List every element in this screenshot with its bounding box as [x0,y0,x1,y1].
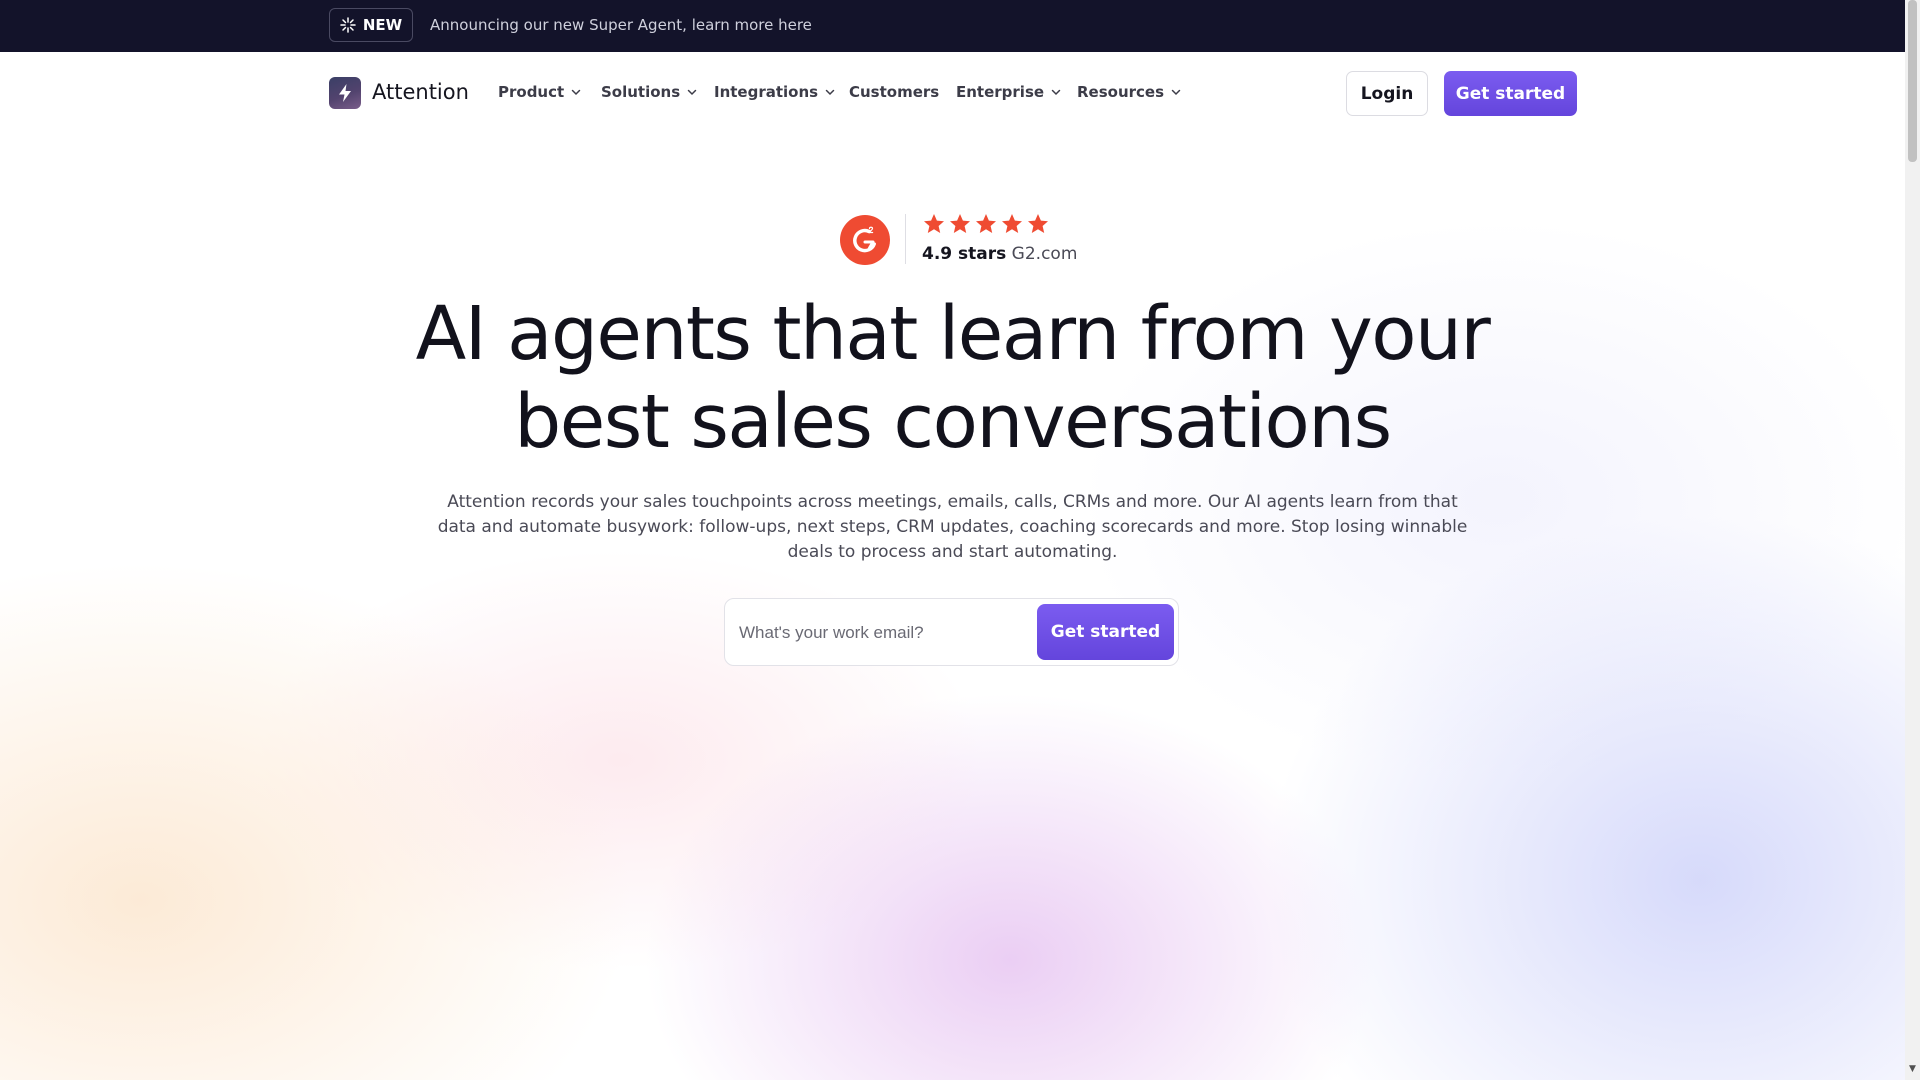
star-icon [1026,212,1050,240]
nav-product[interactable]: Product [498,83,582,101]
star-icon [948,212,972,240]
headline-line-2: best sales conversations [514,379,1392,465]
star-icon [1000,212,1024,240]
headline-line-1: AI agents that learn from your [415,291,1491,377]
new-badge[interactable]: NEW [329,8,413,42]
rating-source: G2.com [1011,244,1078,264]
nav-integrations[interactable]: Integrations [714,83,836,101]
new-badge-label: NEW [362,16,403,34]
chevron-down-icon [570,86,582,98]
nav-label: Enterprise [956,83,1045,101]
work-email-input[interactable] [737,613,1031,653]
email-signup-form: Get started [724,598,1179,666]
rating-divider [905,214,906,264]
star-rating [922,212,1050,240]
nav-solutions[interactable]: Solutions [601,83,698,101]
hero-subtext: Attention records your sales touchpoints… [437,492,1468,562]
brand-name[interactable]: Attention [372,80,469,104]
nav-label: Resources [1077,83,1165,101]
chevron-down-icon [686,86,698,98]
nav-label: Integrations [714,83,819,101]
nav-resources[interactable]: Resources [1077,83,1182,101]
nav-label: Product [498,83,565,101]
chevron-down-icon [1050,86,1062,98]
announcement-bar: NEW Announcing our new Super Agent, lear… [0,0,1905,52]
chevron-down-icon [1170,86,1182,98]
brand-logo-icon[interactable] [329,77,361,109]
scroll-down-arrow-icon[interactable]: ▼ [1908,1064,1917,1076]
nav-customers[interactable]: Customers [849,83,939,101]
announcement-link[interactable]: Announcing our new Super Agent, learn mo… [430,16,812,34]
scrollbar-thumb[interactable] [1908,0,1917,162]
star-icon [922,212,946,240]
login-button[interactable]: Login [1346,71,1428,116]
rating-score: 4.9 stars [922,244,1007,264]
nav-label: Solutions [601,83,681,101]
rating-text: 4.9 stars G2.com [922,244,1077,264]
nav-enterprise[interactable]: Enterprise [956,83,1062,101]
page: NEW Announcing our new Super Agent, lear… [0,0,1905,1080]
get-started-submit-button[interactable]: Get started [1037,604,1174,660]
hero-headline: AI agents that learn from your best sale… [350,290,1555,466]
chevron-down-icon [824,86,836,98]
get-started-nav-button[interactable]: Get started [1444,71,1577,116]
g2-logo-icon [840,215,890,265]
sparkle-icon [340,17,356,33]
star-icon [974,212,998,240]
nav-label: Customers [849,83,940,101]
page-scrollbar[interactable]: ▼ [1905,0,1920,1080]
